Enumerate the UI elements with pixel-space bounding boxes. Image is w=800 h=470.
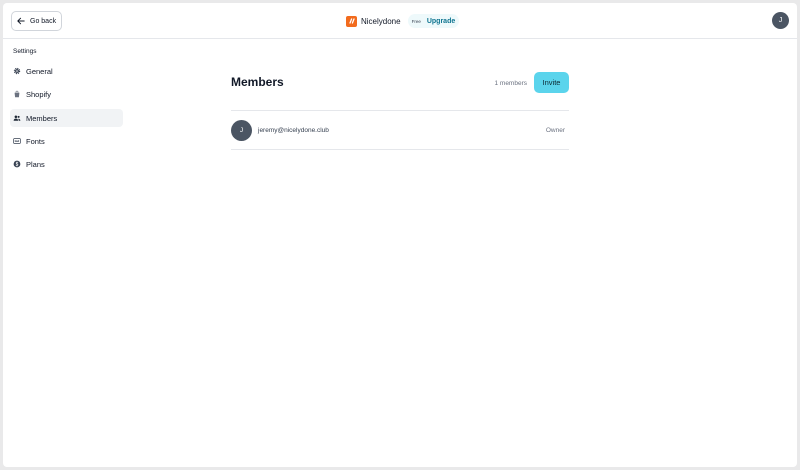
sidebar-item-label: Members [26, 113, 58, 123]
arrow-left-icon [17, 17, 25, 25]
member-avatar: J [231, 120, 252, 141]
member-row: J jeremy@nicelydone.club Owner [231, 111, 569, 149]
user-avatar[interactable]: J [772, 12, 789, 29]
sidebar-item-general[interactable]: General [10, 62, 123, 80]
sidebar-heading: Settings [13, 48, 37, 55]
member-role: Owner [545, 127, 565, 134]
sidebar-item-shopify[interactable]: Shopify [10, 85, 123, 103]
go-back-button[interactable]: Go back [11, 11, 62, 31]
nicelydone-logo-icon [346, 15, 357, 27]
plan-badge[interactable]: Free Upgrade [407, 14, 460, 28]
sidebar-item-plans[interactable]: Plans [10, 155, 123, 173]
sidebar-item-label: General [26, 66, 53, 76]
sidebar-item-label: Plans [26, 159, 45, 169]
top-bar: Go back Nicelydone Free Upgrade J [3, 3, 797, 39]
member-email: jeremy@nicelydone.club [258, 127, 329, 134]
sidebar-item-members[interactable]: Members [10, 109, 123, 127]
go-back-label: Go back [30, 17, 57, 25]
app-window: Go back Nicelydone Free Upgrade J Settin… [3, 3, 797, 467]
brand-name: Nicelydone [361, 16, 401, 26]
gear-icon [13, 67, 21, 75]
invite-button[interactable]: Invite [534, 72, 569, 93]
upgrade-link[interactable]: Upgrade [427, 18, 455, 25]
sidebar-item-label: Fonts [26, 136, 45, 146]
brand: Nicelydone Free Upgrade [346, 13, 460, 29]
member-count: 1 members [494, 80, 527, 87]
dollar-circle-icon [13, 160, 21, 168]
shopify-bag-icon [14, 90, 20, 98]
page-title: Members [231, 75, 284, 89]
sidebar-item-label: Shopify [26, 89, 52, 99]
plan-label: Free [411, 18, 421, 24]
sidebar-item-fonts[interactable]: Fonts [10, 132, 123, 150]
fonts-icon [13, 138, 21, 144]
divider [231, 149, 569, 150]
users-icon [13, 115, 21, 121]
